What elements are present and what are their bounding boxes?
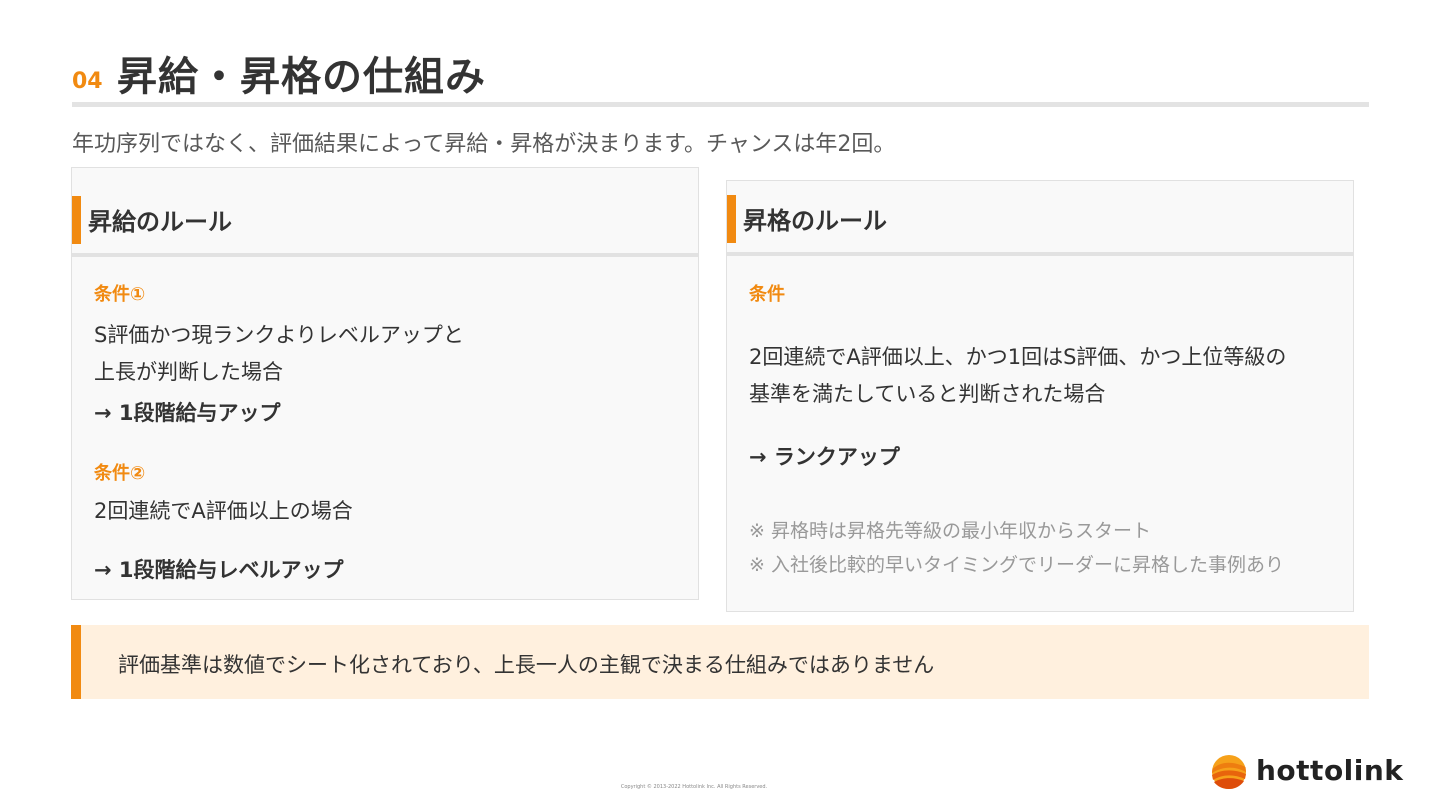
promotion-rules-card-header: 昇格のルール <box>727 180 1353 256</box>
copyright-text: Copyright © 2013-2022 Hottolink Inc. All… <box>620 784 768 790</box>
condition-1-line-2: 上長が判断した場合 <box>94 360 283 384</box>
raise-rules-title: 昇給のルール <box>88 208 232 236</box>
banner-accent-bar <box>71 625 81 699</box>
condition-1-text: S評価かつ現ランクよりレベルアップと 上長が判断した場合 <box>94 317 464 391</box>
condition-1-result: → 1段階給与アップ <box>94 401 281 425</box>
accent-bar <box>727 195 736 243</box>
promotion-condition-label: 条件 <box>749 284 785 305</box>
section-number: 04 <box>72 69 103 94</box>
promotion-result: → ランクアップ <box>749 445 900 469</box>
promotion-note-2: ※ 入社後比較的早いタイミングでリーダーに昇格した事例あり <box>749 554 1284 576</box>
condition-2-text: 2回連続でA評価以上の場合 <box>94 499 353 523</box>
promotion-condition-text: 2回連続でA評価以上、かつ1回はS評価、かつ上位等級の 基準を満たしていると判断… <box>749 339 1286 413</box>
slide-header: 04 昇給・昇格の仕組み <box>72 40 1369 107</box>
promotion-condition-line-2: 基準を満たしていると判断された場合 <box>749 382 1106 406</box>
page-subtitle: 年功序列ではなく、評価結果によって昇給・昇格が決まります。チャンスは年2回。 <box>72 132 896 157</box>
condition-1-line-1: S評価かつ現ランクよりレベルアップと <box>94 323 464 347</box>
promotion-note-1: ※ 昇格時は昇格先等級の最小年収からスタート <box>749 520 1151 542</box>
logo-wordmark: hottolink <box>1256 754 1404 787</box>
promotion-condition-line-1: 2回連続でA評価以上、かつ1回はS評価、かつ上位等級の <box>749 345 1287 369</box>
raise-rules-card-header: 昇給のルール <box>72 168 698 257</box>
condition-2-result: → 1段階給与レベルアップ <box>94 558 344 582</box>
condition-2-label: 条件② <box>94 463 146 484</box>
promotion-rules-title: 昇格のルール <box>743 207 887 235</box>
company-logo: hottolink <box>1211 752 1403 794</box>
accent-bar <box>72 196 81 244</box>
page-title: 昇給・昇格の仕組み <box>117 54 486 100</box>
key-point-banner: 評価基準は数値でシート化されており、上長一人の主観で決まる仕組みではありません <box>71 625 1369 699</box>
hottolink-flame-logo-icon <box>1211 754 1247 794</box>
raise-rules-card: 昇給のルール 条件① S評価かつ現ランクよりレベルアップと 上長が判断した場合 … <box>71 167 699 600</box>
condition-1-label: 条件① <box>94 284 146 305</box>
banner-text: 評価基準は数値でシート化されており、上長一人の主観で決まる仕組みではありません <box>118 653 935 677</box>
promotion-rules-card: 昇格のルール 条件 2回連続でA評価以上、かつ1回はS評価、かつ上位等級の 基準… <box>726 180 1354 612</box>
